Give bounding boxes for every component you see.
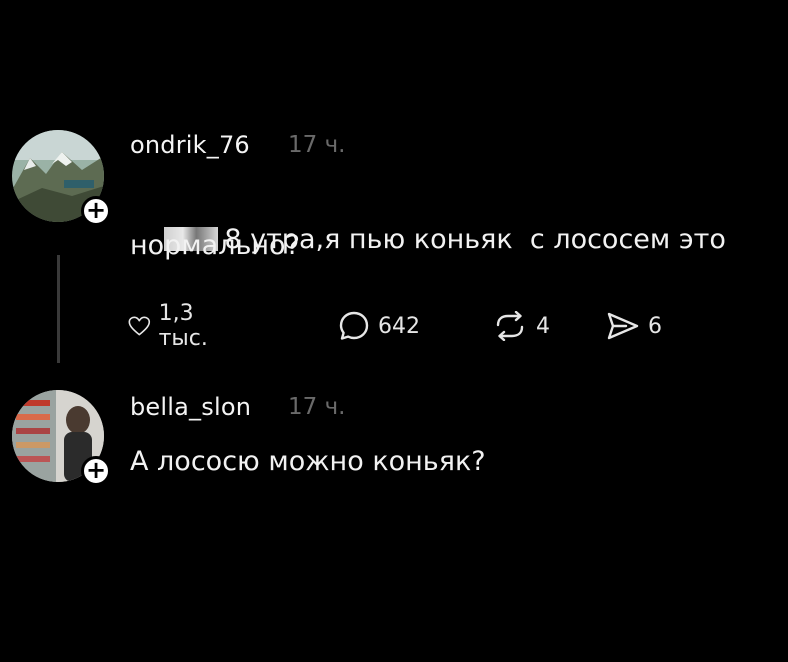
like-button[interactable]: 1,3 тыс.	[128, 301, 219, 351]
comment-text-line-2: нормально?	[130, 230, 300, 261]
timestamp: 17 ч.	[288, 394, 346, 420]
like-count: 1,3 тыс.	[158, 301, 208, 351]
username[interactable]: bella_slon	[130, 393, 251, 421]
heart-icon	[128, 316, 151, 336]
comment-text: А лососю можно коньяк?	[130, 446, 486, 477]
repost-count: 4	[536, 313, 550, 339]
share-count: 6	[648, 313, 662, 339]
username[interactable]: ondrik_76	[130, 131, 250, 159]
share-button[interactable]: 6	[606, 304, 662, 348]
thread-line	[57, 255, 60, 363]
repost-button[interactable]: 4	[492, 304, 550, 348]
avatar-wrap-1[interactable]: +	[12, 130, 111, 226]
repost-icon	[496, 311, 524, 341]
timestamp: 17 ч.	[288, 132, 346, 158]
avatar-wrap-2[interactable]: +	[12, 390, 111, 486]
follow-plus-button[interactable]: +	[81, 456, 111, 486]
reply-button[interactable]: 642	[338, 304, 420, 348]
send-icon	[607, 312, 639, 340]
reply-count: 642	[378, 313, 420, 339]
comment-bubble-icon	[339, 311, 369, 340]
follow-plus-button[interactable]: +	[81, 196, 111, 226]
